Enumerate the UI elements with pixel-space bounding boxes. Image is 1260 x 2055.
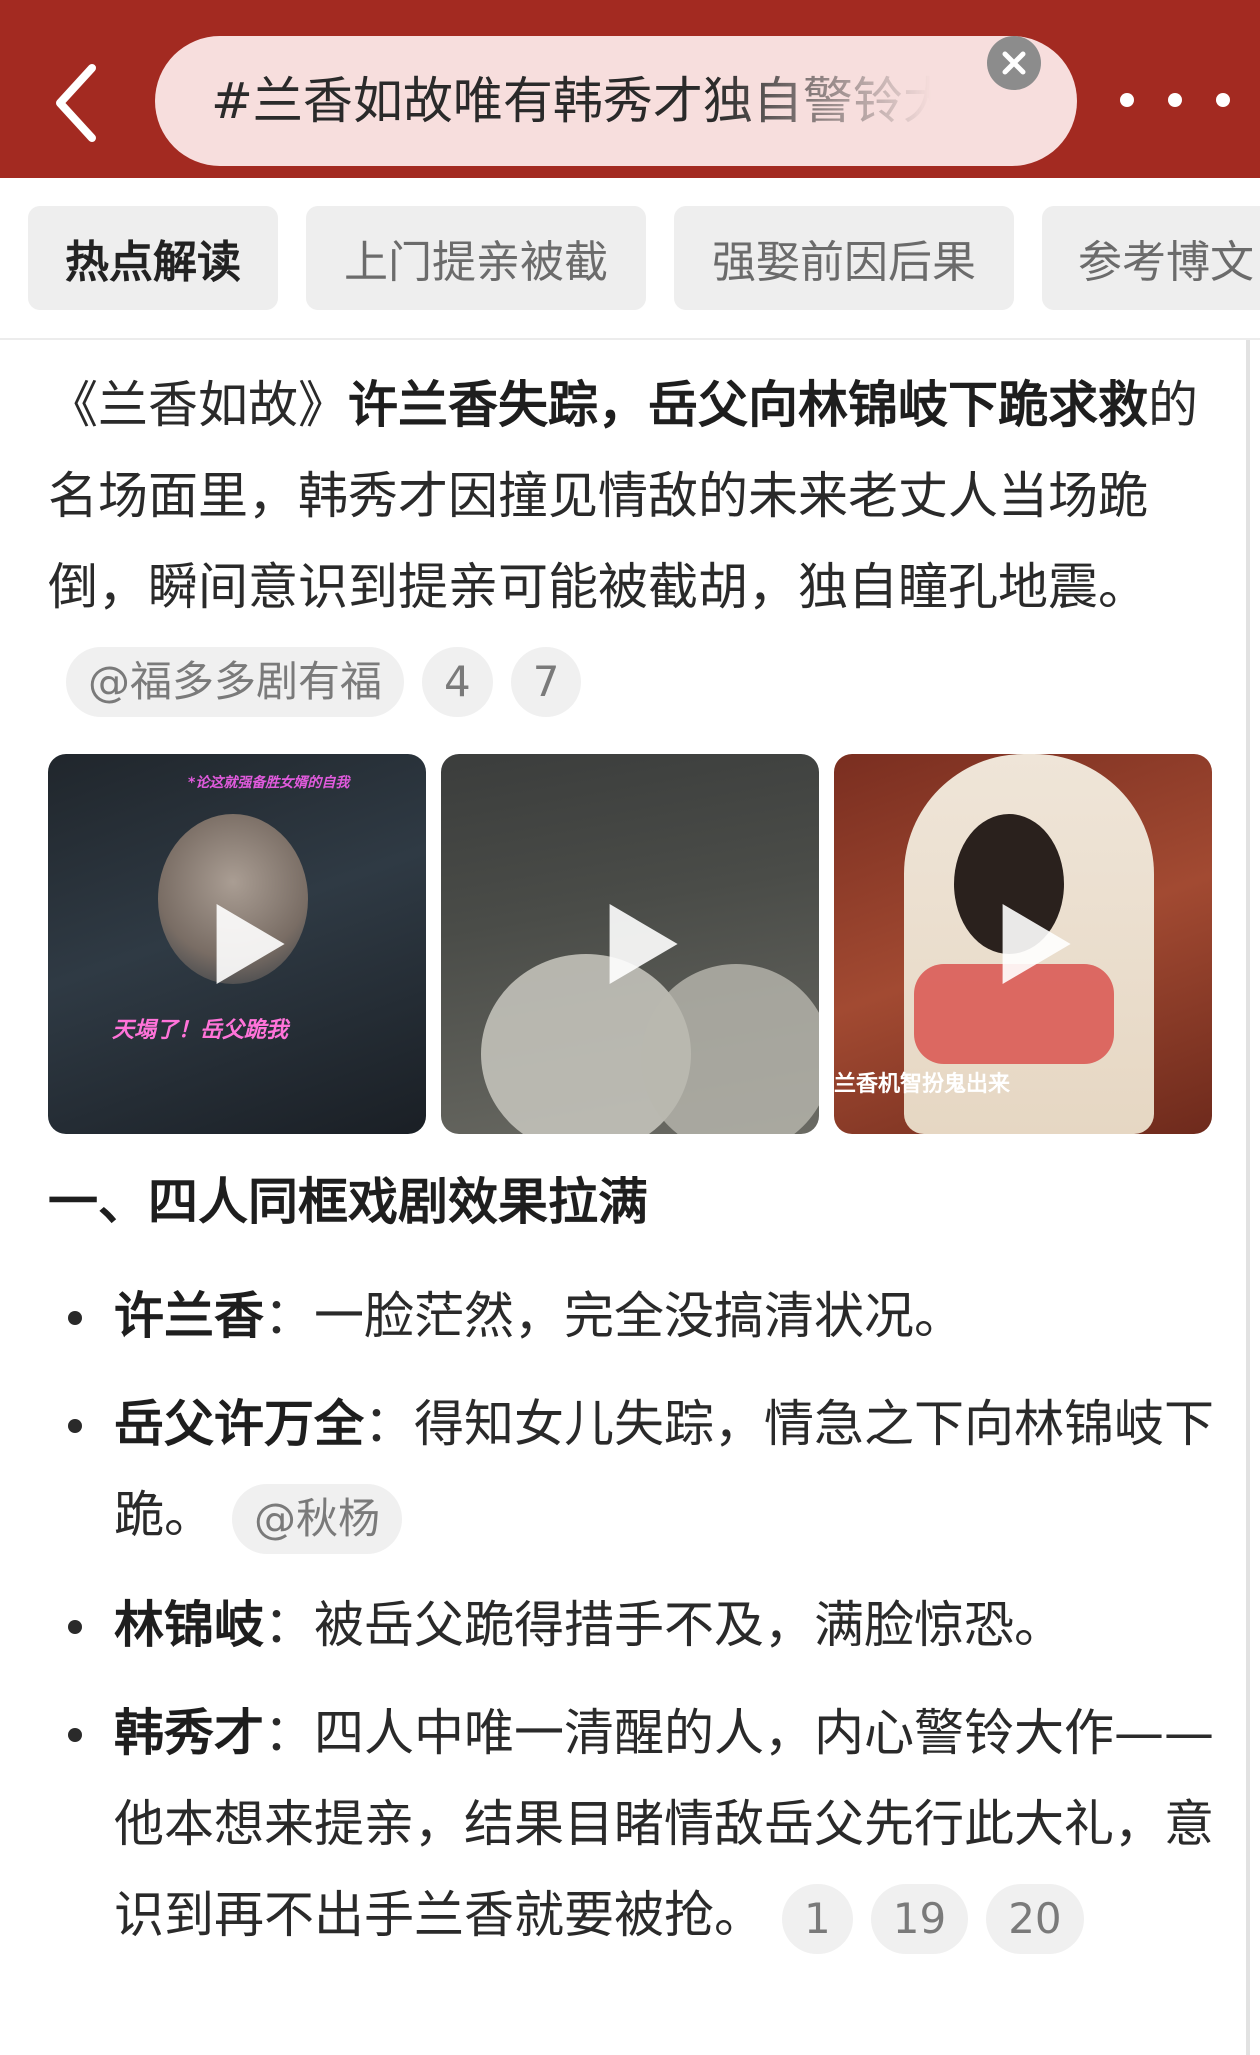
- mention-chip[interactable]: @福多多剧有福: [66, 646, 405, 717]
- reference-chip[interactable]: 19: [870, 1883, 969, 1954]
- play-icon: [609, 904, 678, 984]
- top-bar: #兰香如故唯有韩秀才独自警铃大作#: [0, 0, 1260, 178]
- reference-chip[interactable]: 7: [510, 646, 582, 717]
- section-heading: 一、四人同框戏剧效果拉满: [48, 1173, 648, 1231]
- video-caption: 兰香机智扮鬼出来: [834, 1072, 1011, 1097]
- bullet-icon: [68, 1419, 82, 1433]
- reference-chip[interactable]: 4: [422, 646, 493, 717]
- play-icon: [1002, 904, 1071, 984]
- play-icon: [216, 904, 285, 984]
- tab-forced-marriage[interactable]: 强娶前因后果: [674, 206, 1014, 310]
- video-caption: 天塌了！岳父跪我: [112, 1018, 289, 1043]
- article-content: 《兰香如故》许兰香失踪，岳父向林锦岐下跪求救的名场面里，韩秀才因撞见情敌的未来老…: [0, 340, 1260, 2055]
- bullet-icon: [68, 1728, 82, 1742]
- tab-proposal-intercepted[interactable]: 上门提亲被截: [306, 206, 646, 310]
- search-input[interactable]: #兰香如故唯有韩秀才独自警铃大作#: [211, 36, 931, 166]
- scrollbar[interactable]: [1246, 340, 1250, 2055]
- video-thumbnail-1[interactable]: *论这就强备胜女婿的自我 天塌了！岳父跪我: [48, 754, 426, 1134]
- character-description: 一脸茫然，完全没搞清状况。: [314, 1287, 964, 1345]
- reference-chip[interactable]: 20: [986, 1883, 1084, 1954]
- video-top-caption: *论这就强备胜女婿的自我: [188, 775, 350, 791]
- tab-bar: 热点解读 上门提亲被截 强娶前因后果 参考博文: [0, 178, 1260, 340]
- intro-highlight: 许兰香失踪，岳父向林锦岐下跪求救: [348, 376, 1148, 434]
- bullet-icon: [68, 1620, 82, 1634]
- figure-shape: [641, 964, 819, 1134]
- character-name: 岳父许万全: [114, 1395, 364, 1453]
- character-name: 林锦岐: [114, 1596, 264, 1654]
- intro-title: 《兰香如故》: [48, 376, 348, 434]
- character-name: 韩秀才: [114, 1704, 264, 1762]
- tab-reference-posts[interactable]: 参考博文: [1042, 206, 1260, 310]
- clear-button[interactable]: [987, 36, 1041, 90]
- video-thumbnail-3[interactable]: 兰香机智扮鬼出来: [834, 754, 1212, 1134]
- character-description: 被岳父跪得措手不及，满脸惊恐。: [314, 1596, 1064, 1654]
- video-row: *论这就强备胜女婿的自我 天塌了！岳父跪我 兰香机智扮鬼出来: [48, 754, 1212, 1134]
- back-button[interactable]: [48, 58, 108, 148]
- more-button[interactable]: [1120, 70, 1230, 130]
- tab-hot-analysis[interactable]: 热点解读: [28, 206, 278, 310]
- video-thumbnail-2[interactable]: [441, 754, 819, 1134]
- close-icon: [1002, 51, 1026, 75]
- character-name: 许兰香: [114, 1287, 264, 1345]
- mention-chip[interactable]: @秋杨: [232, 1483, 403, 1554]
- search-box[interactable]: #兰香如故唯有韩秀才独自警铃大作#: [155, 36, 1077, 166]
- more-dots-icon: [1120, 93, 1134, 107]
- bullet-icon: [68, 1311, 82, 1325]
- chevron-left-icon: [56, 64, 96, 142]
- reference-chip[interactable]: 1: [782, 1883, 853, 1954]
- intro-paragraph: 《兰香如故》许兰香失踪，岳父向林锦岐下跪求救的名场面里，韩秀才因撞见情敌的未来老…: [48, 360, 1218, 724]
